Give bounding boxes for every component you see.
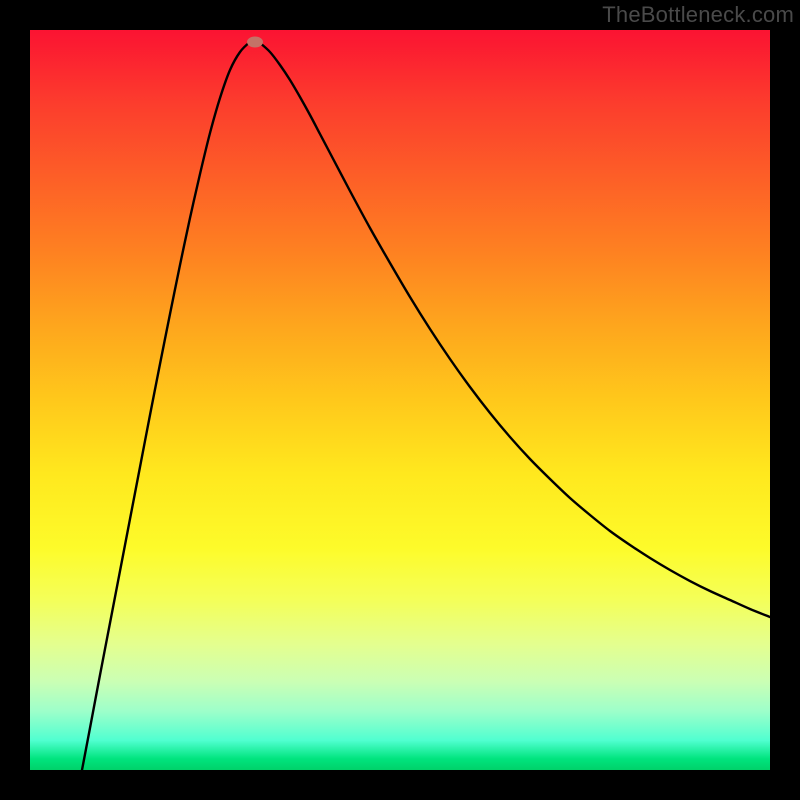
minimum-marker (247, 37, 263, 48)
curve-right-branch (255, 40, 770, 617)
watermark-text: TheBottleneck.com (602, 2, 794, 28)
curve-left-branch (82, 40, 255, 770)
chart-area (30, 30, 770, 770)
curve-svg (30, 30, 770, 770)
